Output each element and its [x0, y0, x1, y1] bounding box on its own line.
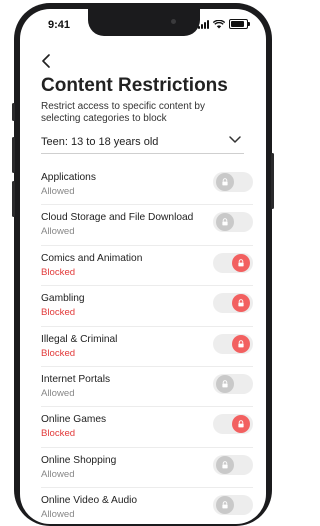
- toggle-knob: [232, 334, 250, 353]
- toggle-knob: [216, 496, 234, 515]
- category-row: Gambling Blocked: [41, 286, 253, 327]
- block-toggle[interactable]: [213, 373, 253, 394]
- lock-icon: [238, 420, 244, 428]
- lock-icon: [238, 259, 244, 267]
- category-status: Blocked: [41, 307, 76, 319]
- category-status: Allowed: [41, 468, 75, 480]
- category-name: Cloud Storage and File Download: [41, 212, 194, 224]
- status-icons: [198, 19, 250, 29]
- lock-icon: [222, 178, 228, 186]
- toggle-knob: [232, 415, 250, 434]
- block-toggle[interactable]: [213, 252, 253, 273]
- toggle-knob: [216, 173, 234, 191]
- category-name: Online Games: [41, 414, 107, 426]
- block-toggle[interactable]: [213, 333, 253, 354]
- category-status: Allowed: [41, 226, 75, 238]
- block-toggle[interactable]: [213, 454, 253, 475]
- category-name: Comics and Animation: [41, 252, 143, 264]
- toggle-knob: [232, 253, 250, 272]
- category-status: Allowed: [41, 387, 75, 399]
- phone-side-button: [12, 103, 15, 121]
- category-row: Cloud Storage and File Download Allowed: [41, 205, 253, 246]
- block-toggle[interactable]: [213, 495, 253, 516]
- lock-icon: [222, 380, 228, 388]
- back-button[interactable]: [40, 53, 52, 69]
- phone-power-button: [271, 153, 274, 209]
- category-status: Blocked: [41, 347, 76, 359]
- category-row: Online Games Blocked: [41, 407, 253, 448]
- signal-icon: [198, 19, 209, 29]
- chevron-down-icon: [229, 136, 241, 143]
- wifi-icon: [213, 19, 225, 28]
- app-screen: 9:41 Content Restrictions Restrict acces…: [20, 9, 266, 524]
- toggle-knob: [216, 374, 234, 393]
- age-group-value: Teen: 13 to 18 years old: [41, 136, 159, 148]
- page-subtitle: Restrict access to specific content by s…: [41, 101, 205, 124]
- category-status: Blocked: [41, 428, 76, 440]
- category-name: Online Shopping: [41, 454, 117, 466]
- phone-volume-up-button: [12, 137, 15, 173]
- category-name: Internet Portals: [41, 373, 111, 385]
- toggle-knob: [232, 294, 250, 313]
- category-list: Applications Allowed Cloud Storage and Fil…: [41, 165, 253, 524]
- lock-icon: [222, 218, 228, 226]
- front-camera: [171, 19, 176, 24]
- category-status: Blocked: [41, 266, 76, 278]
- lock-icon: [222, 501, 228, 509]
- battery-icon: [229, 19, 250, 29]
- block-toggle[interactable]: [213, 172, 253, 192]
- lock-icon: [222, 460, 228, 469]
- category-status: Allowed: [41, 186, 75, 197]
- category-name: Gambling: [41, 293, 85, 305]
- notch: [88, 9, 200, 36]
- toggle-knob: [216, 213, 234, 232]
- status-time: 9:41: [48, 19, 71, 31]
- page-title: Content Restrictions: [41, 75, 228, 96]
- phone-volume-down-button: [12, 181, 15, 217]
- category-row: Applications Allowed: [41, 165, 253, 206]
- category-row: Online Shopping Allowed: [41, 448, 253, 489]
- age-group-select[interactable]: Teen: 13 to 18 years old: [41, 134, 244, 154]
- category-status: Allowed: [41, 509, 75, 521]
- category-row: Illegal & Criminal Blocked: [41, 327, 253, 367]
- toggle-knob: [216, 455, 234, 474]
- block-toggle[interactable]: [213, 414, 253, 435]
- category-row: Comics and Animation Blocked: [41, 246, 253, 287]
- category-row: Internet Portals Allowed: [41, 367, 253, 408]
- block-toggle[interactable]: [213, 212, 253, 233]
- lock-icon: [238, 339, 244, 347]
- category-name: Online Video & Audio: [41, 495, 138, 507]
- category-name: Applications: [41, 172, 96, 183]
- category-name: Illegal & Criminal: [41, 333, 118, 345]
- lock-icon: [238, 299, 244, 307]
- block-toggle[interactable]: [213, 293, 253, 314]
